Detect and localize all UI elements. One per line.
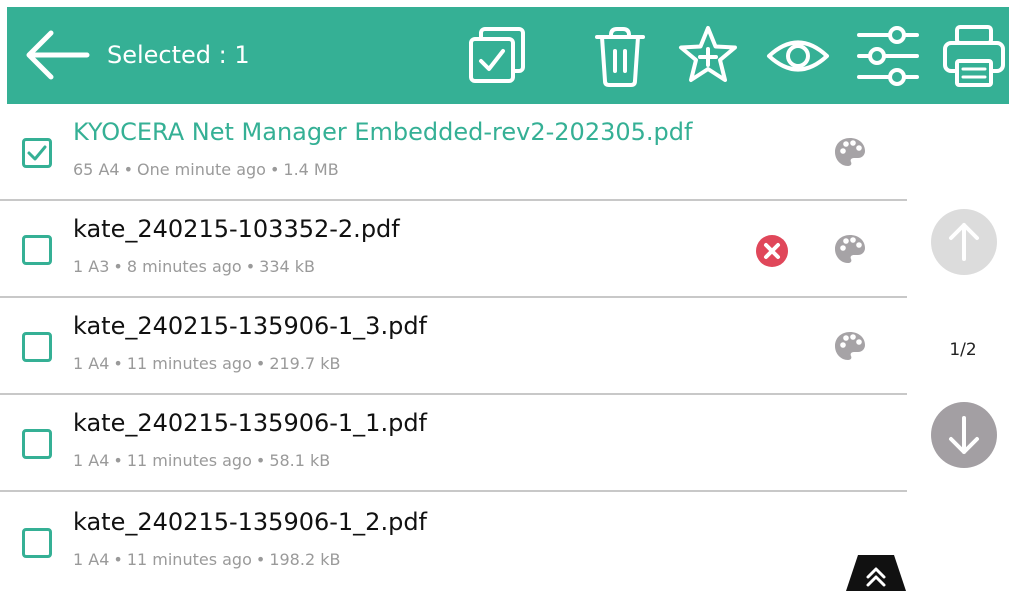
file-time: 11 minutes ago xyxy=(126,354,252,373)
settings-button[interactable] xyxy=(855,23,921,89)
file-checkbox[interactable] xyxy=(22,528,52,558)
file-pages: 1 A4 xyxy=(73,354,110,373)
file-name: kate_240215-135906-1_3.pdf xyxy=(73,312,427,340)
file-checkbox[interactable] xyxy=(22,235,52,265)
print-button[interactable] xyxy=(941,23,1007,89)
file-pages: 1 A4 xyxy=(73,550,110,569)
eye-icon xyxy=(767,40,829,72)
palette-icon xyxy=(835,332,865,360)
file-row[interactable]: kate_240215-135906-1_3.pdf 1 A4 • 11 minut… xyxy=(0,298,907,395)
printer-icon xyxy=(943,25,1005,87)
file-time: 8 minutes ago xyxy=(126,257,242,276)
pager: 1/2 xyxy=(907,104,1009,591)
file-list: KYOCERA Net Manager Embedded-rev2-202305… xyxy=(0,104,907,591)
star-plus-icon xyxy=(679,26,737,82)
selection-count-label: Selected : 1 xyxy=(107,41,250,69)
back-button[interactable] xyxy=(21,27,91,83)
file-size: 58.1 kB xyxy=(269,451,331,470)
page-down-button[interactable] xyxy=(931,402,997,468)
file-checkbox[interactable] xyxy=(22,429,52,459)
file-time: 11 minutes ago xyxy=(126,550,252,569)
file-row[interactable]: kate_240215-135906-1_1.pdf 1 A4 • 11 minut… xyxy=(0,395,907,492)
preview-button[interactable] xyxy=(765,23,831,89)
select-all-icon xyxy=(469,27,525,83)
file-meta: 1 A4 • 11 minutes ago • 58.1 kB xyxy=(73,451,331,470)
file-name: kate_240215-103352-2.pdf xyxy=(73,215,400,243)
file-size: 198.2 kB xyxy=(269,550,341,569)
file-row[interactable]: kate_240215-135906-1_2.pdf 1 A4 • 11 minut… xyxy=(0,492,907,589)
delete-button[interactable] xyxy=(587,23,653,89)
file-name: kate_240215-135906-1_2.pdf xyxy=(73,508,427,536)
file-size: 219.7 kB xyxy=(269,354,341,373)
page-up-button[interactable] xyxy=(931,209,997,275)
file-size: 334 kB xyxy=(259,257,316,276)
arrow-down-icon xyxy=(949,416,979,454)
file-meta: 1 A4 • 11 minutes ago • 219.7 kB xyxy=(73,354,341,373)
file-row[interactable]: kate_240215-103352-2.pdf 1 A3 • 8 minutes … xyxy=(0,201,907,298)
file-name: KYOCERA Net Manager Embedded-rev2-202305… xyxy=(73,118,693,146)
palette-icon xyxy=(835,138,865,166)
file-meta: 65 A4 • One minute ago • 1.4 MB xyxy=(73,160,339,179)
select-all-button[interactable] xyxy=(465,23,531,89)
scroll-to-top-button[interactable] xyxy=(846,555,906,591)
sliders-icon xyxy=(857,26,919,86)
error-icon[interactable] xyxy=(755,234,789,268)
file-time: One minute ago xyxy=(137,160,266,179)
file-checkbox-checked[interactable] xyxy=(22,138,52,168)
back-arrow-icon xyxy=(26,30,90,80)
file-pages: 1 A3 xyxy=(73,257,110,276)
trash-icon xyxy=(595,27,645,87)
file-size: 1.4 MB xyxy=(283,160,339,179)
arrow-up-icon xyxy=(949,223,979,261)
file-time: 11 minutes ago xyxy=(126,451,252,470)
file-row[interactable]: KYOCERA Net Manager Embedded-rev2-202305… xyxy=(0,104,907,201)
file-checkbox[interactable] xyxy=(22,332,52,362)
file-meta: 1 A3 • 8 minutes ago • 334 kB xyxy=(73,257,316,276)
print-queue-screen: Selected : 1 KYOCERA Net Manager Embedde… xyxy=(0,0,1009,591)
palette-icon xyxy=(835,235,865,263)
check-icon xyxy=(27,145,47,161)
file-pages: 65 A4 xyxy=(73,160,120,179)
page-indicator: 1/2 xyxy=(949,340,977,360)
add-favorite-button[interactable] xyxy=(675,23,741,89)
file-name: kate_240215-135906-1_1.pdf xyxy=(73,409,427,437)
file-meta: 1 A4 • 11 minutes ago • 198.2 kB xyxy=(73,550,341,569)
top-bar: Selected : 1 xyxy=(7,7,1009,104)
file-pages: 1 A4 xyxy=(73,451,110,470)
